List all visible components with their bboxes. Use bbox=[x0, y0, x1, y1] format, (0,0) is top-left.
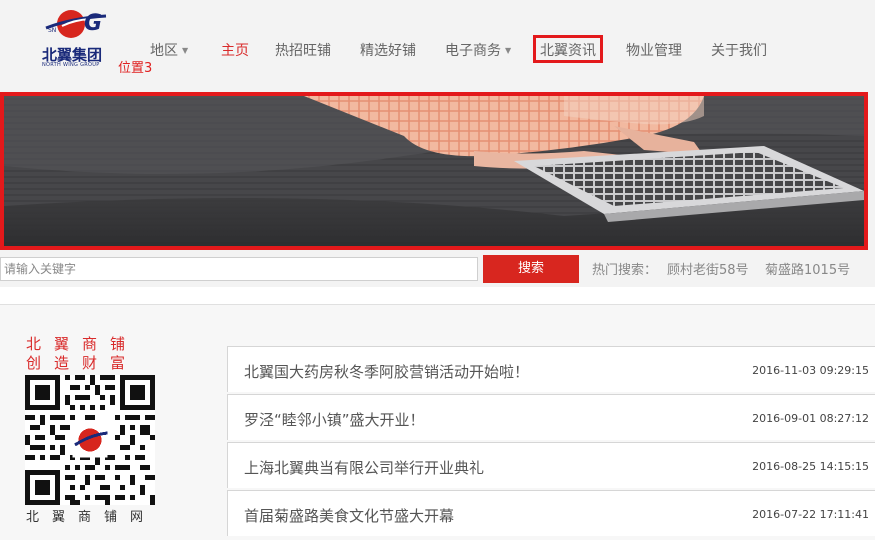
promo-slogan-line2: 创造财富 bbox=[26, 354, 139, 372]
news-item[interactable]: 北翼国大药房秋冬季阿胶营销活动开始啦！ 2016-11-03 09:29:15 bbox=[227, 346, 875, 392]
news-item[interactable]: 首届菊盛路美食文化节盛大开幕 2016-07-22 17:11:41 bbox=[227, 490, 875, 536]
news-date: 2016-11-03 09:29:15 bbox=[752, 364, 869, 377]
position-label: 位置3 bbox=[118, 61, 153, 76]
nav-item-featured-shops[interactable]: 精选好铺 bbox=[360, 40, 416, 60]
news-title: 罗泾“睦邻小镇”盛大开业！ bbox=[244, 411, 425, 429]
nav-item-ecommerce[interactable]: 电子商务 ▼ bbox=[445, 40, 511, 60]
promo-site-name: 北翼商铺网 bbox=[26, 510, 157, 525]
qr-promo: 北翼商铺 创造财富 北翼商铺网 bbox=[20, 331, 160, 531]
nav-label: 关于我们 bbox=[711, 43, 767, 59]
nav-item-property-management[interactable]: 物业管理 bbox=[626, 40, 682, 60]
news-date: 2016-07-22 17:11:41 bbox=[752, 508, 869, 521]
news-date: 2016-09-01 08:27:12 bbox=[752, 412, 869, 425]
qr-code[interactable] bbox=[25, 375, 155, 505]
brand-logo[interactable]: G SN 北翼集团 NORTH WING GROUP bbox=[42, 6, 114, 70]
news-title: 北翼国大药房秋冬季阿胶营销活动开始啦！ bbox=[244, 363, 530, 381]
svg-text:G: G bbox=[84, 11, 102, 36]
nav-label: 精选好铺 bbox=[360, 43, 416, 59]
hot-search-label: 热门搜索： bbox=[592, 263, 658, 278]
banner-image bbox=[4, 96, 864, 246]
nav-item-region[interactable]: 地区 ▼ bbox=[150, 40, 188, 60]
news-date: 2016-08-25 14:15:15 bbox=[752, 460, 869, 473]
search-button[interactable]: 搜索 bbox=[483, 255, 579, 283]
nav-label: 热招旺铺 bbox=[275, 43, 331, 59]
logo-text-en: NORTH WING GROUP bbox=[42, 62, 100, 68]
nav-highlight-box bbox=[533, 35, 603, 63]
nav-label: 主页 bbox=[221, 43, 249, 59]
nav-item-home[interactable]: 主页 bbox=[221, 40, 249, 60]
separator-strip bbox=[0, 287, 875, 305]
chevron-down-icon: ▼ bbox=[182, 46, 189, 55]
site-header: G SN 北翼集团 NORTH WING GROUP 位置3 地区 ▼ 主页 热招… bbox=[0, 0, 875, 92]
hot-search-item[interactable]: 顾村老街58号 bbox=[667, 259, 749, 278]
nav-item-about-us[interactable]: 关于我们 bbox=[711, 40, 767, 60]
nav-label: 地区 bbox=[150, 43, 178, 59]
search-input[interactable]: 请输入关键字 bbox=[0, 257, 478, 281]
nav-label: 物业管理 bbox=[626, 43, 682, 59]
news-title: 首届菊盛路美食文化节盛大开幕 bbox=[244, 507, 455, 525]
news-title: 上海北翼典当有限公司举行开业典礼 bbox=[244, 459, 485, 477]
promo-slogan-line1: 北翼商铺 bbox=[26, 335, 139, 353]
hot-search-item[interactable]: 菊盛路1015号 bbox=[765, 259, 850, 278]
news-item[interactable]: 罗泾“睦邻小镇”盛大开业！ 2016-09-01 08:27:12 bbox=[227, 394, 875, 440]
hero-banner[interactable] bbox=[0, 92, 868, 250]
nav-item-hot-shops[interactable]: 热招旺铺 bbox=[275, 40, 331, 60]
nav-label: 电子商务 bbox=[445, 43, 501, 59]
logo-mark-icon: G SN bbox=[45, 10, 107, 38]
news-item[interactable]: 上海北翼典当有限公司举行开业典礼 2016-08-25 14:15:15 bbox=[227, 442, 875, 488]
svg-text:SN: SN bbox=[48, 27, 56, 34]
chevron-down-icon: ▼ bbox=[505, 46, 512, 55]
